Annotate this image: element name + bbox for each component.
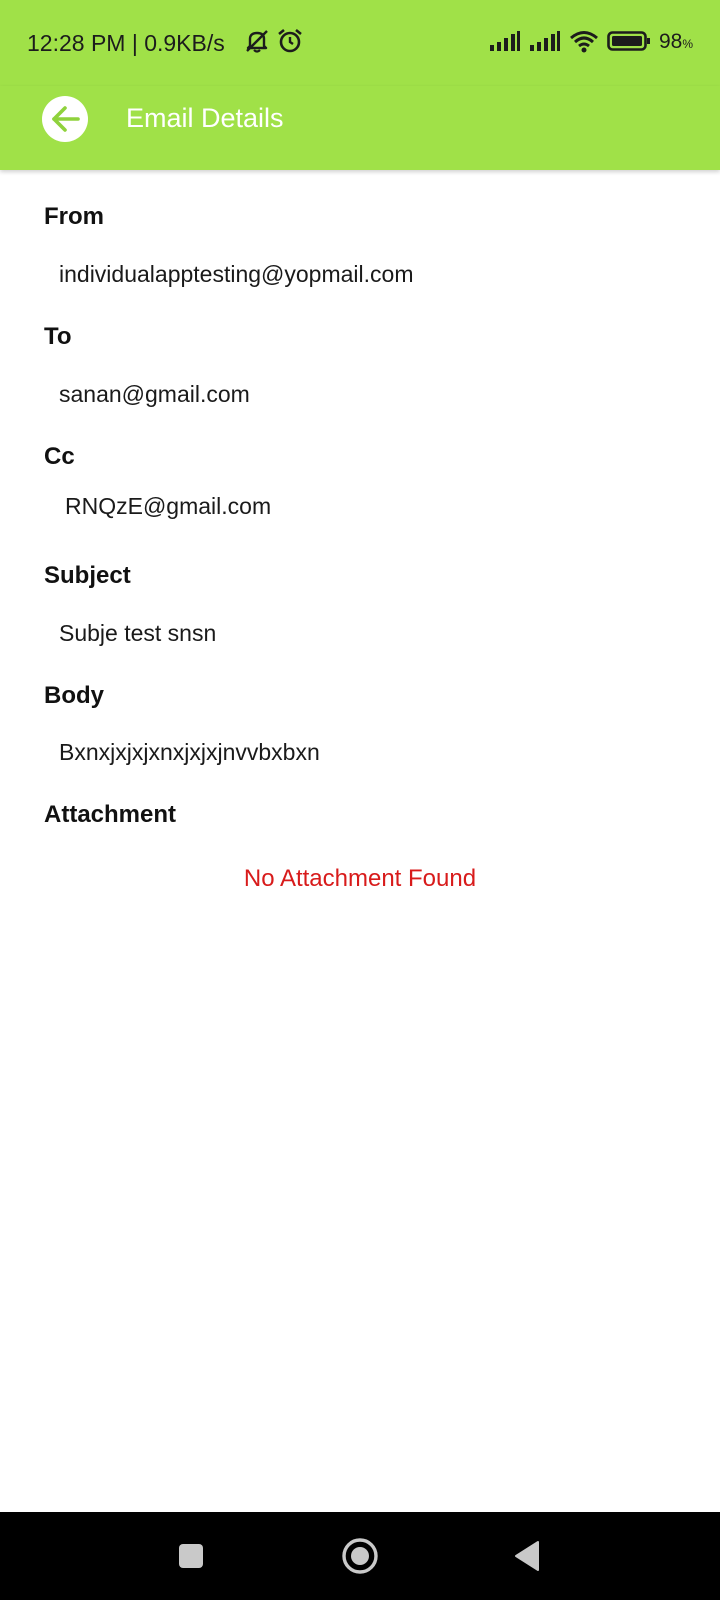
cc-value: RNQzE@gmail.com (65, 493, 272, 519)
status-icons-left (244, 28, 304, 58)
nav-back-button[interactable] (512, 1539, 542, 1578)
system-nav-bar (0, 1512, 720, 1600)
body-label: Body (44, 682, 104, 709)
status-bar: 12:28 PM | 0.9KB/s 98% (0, 0, 720, 86)
wifi-icon (569, 29, 599, 58)
signal-icon (529, 30, 561, 57)
from-label: From (44, 203, 104, 230)
alarm-icon (276, 27, 304, 60)
to-value: sanan@gmail.com (59, 381, 250, 407)
home-button[interactable] (341, 1537, 379, 1580)
triangle-back-icon (515, 1541, 539, 1571)
status-icons-right: 98% (489, 28, 693, 58)
app-bar: Email Details (0, 86, 720, 170)
back-button[interactable] (42, 96, 88, 142)
body-value: Bxnxjxjxjxnxjxjxjnvvbxbxn (59, 739, 320, 765)
signal-icon (489, 30, 521, 57)
circle-icon (342, 1538, 378, 1574)
subject-value: Subje test snsn (59, 620, 217, 646)
arrow-left-icon (52, 106, 80, 132)
page-title: Email Details (126, 103, 284, 133)
battery-percent: 98% (658, 30, 693, 53)
status-time: 12:28 PM | 0.9KB/s (27, 30, 225, 56)
from-value: individualapptesting@yopmail.com (59, 261, 414, 287)
no-attachment-message: No Attachment Found (243, 865, 477, 892)
battery-icon (607, 30, 651, 57)
square-icon (179, 1544, 203, 1568)
attachment-label: Attachment (44, 801, 177, 828)
to-label: To (44, 323, 72, 350)
mute-bell-icon (244, 28, 270, 59)
cc-label: Cc (44, 443, 75, 470)
recents-button[interactable] (177, 1542, 205, 1575)
subject-label: Subject (44, 562, 131, 589)
